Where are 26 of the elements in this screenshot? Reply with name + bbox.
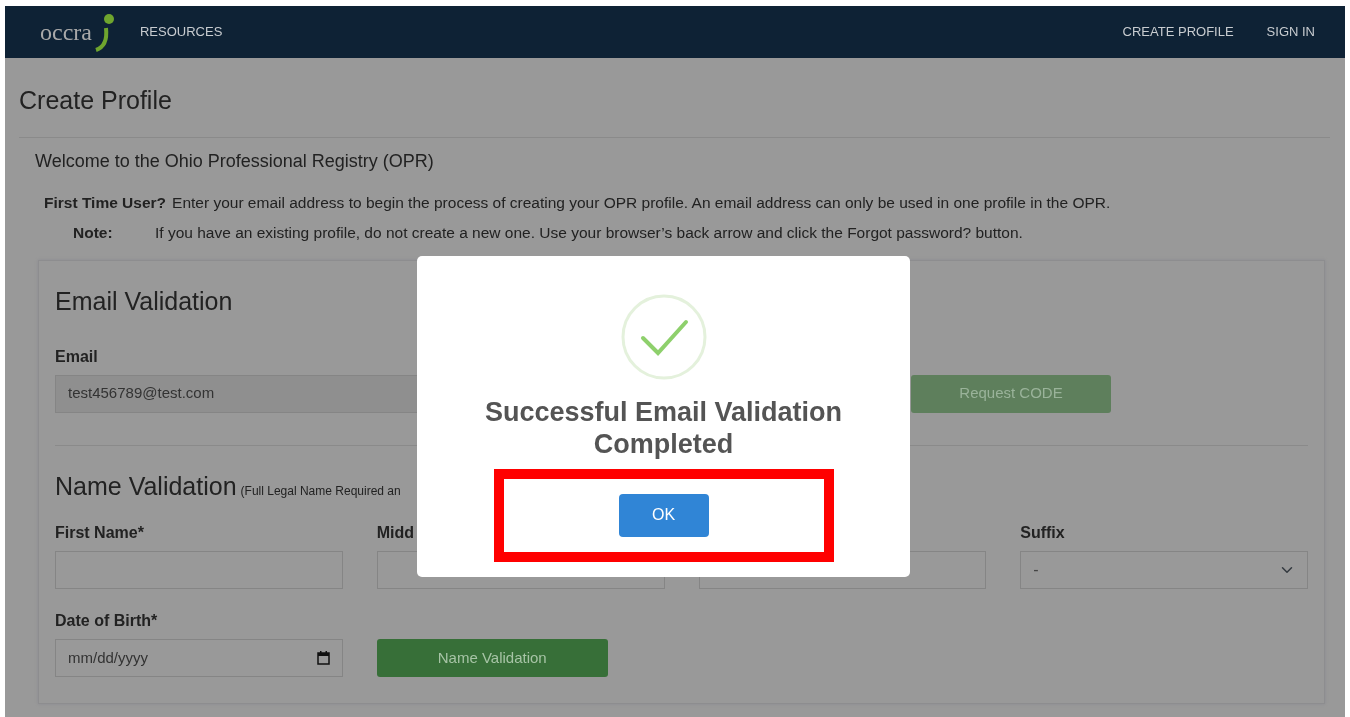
name-validation-button[interactable]: Name Validation [376,639,608,677]
nav-link[interactable]: SIGN IN [1266,22,1315,42]
section-heading: Welcome to the Ohio Professional Registry (OPR) [35,149,435,173]
intro-label: First Time User? [44,192,167,213]
page-title: Create Profile [19,85,173,116]
nav-link[interactable]: CREATE PROFILE [1122,22,1234,42]
field-label: Suffix [1020,523,1066,543]
section-title: Name Validation [55,470,237,502]
field-label: Date of Birth* [55,611,159,631]
nav-link[interactable]: RESOURCES [139,22,223,42]
intro-text: If you have an existing profile, do not create a new one. Use your browser’s back arrow and click the Forgot password? button. [155,222,1023,243]
section-note: (Full Legal Name Required an [240,482,401,500]
intro-text: Enter your email address to begin the process of creating your OPR profile. An email address can only be used in one profile in the OPR. [172,192,1111,213]
suffix-dropdown[interactable]: - [1020,551,1308,589]
section-title: Email Validation [55,286,234,317]
field-label: Email [55,346,99,367]
logo-text[interactable]: occra [40,20,92,44]
date-field[interactable]: mm/dd/yyyy [55,639,343,677]
modal-title: Successful Email Validation Completed [483,396,844,461]
field-label: Midd [376,523,416,543]
field-label: First Name* [55,523,145,543]
logo-icon [93,12,116,52]
intro-label: Note: [73,222,114,243]
ok-button[interactable]: OK [618,493,709,537]
calendar-icon[interactable] [316,651,330,665]
checkmark-icon [620,294,707,380]
